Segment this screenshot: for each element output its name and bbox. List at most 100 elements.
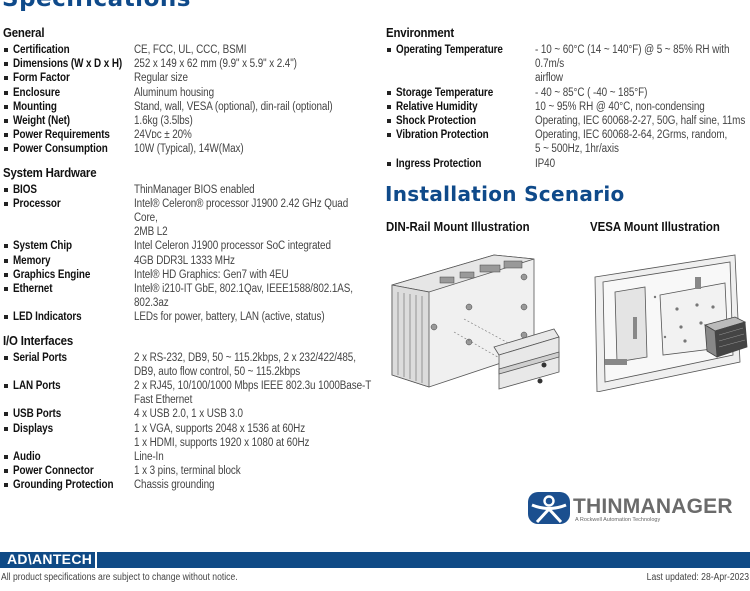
footer-disclaimer: All product specifications are subject t… [1, 572, 238, 583]
spec-label: LED Indicators [13, 311, 82, 324]
bullet-icon [386, 128, 396, 156]
spec-row: Weight (Net) 1.6kg (3.5lbs) [3, 114, 373, 128]
spec-value: LEDs for power, battery, LAN (active, st… [134, 311, 325, 324]
spec-value: Regular size [134, 72, 188, 85]
spec-row: Audio Line-In [3, 450, 373, 464]
spec-row: Power Requirements 24Vᴅᴄ ± 20% [3, 128, 373, 142]
spec-label: Ethernet [13, 283, 53, 296]
section-title-environment: Environment [386, 25, 454, 40]
bullet-icon [3, 478, 13, 492]
spec-row: Enclosure Aluminum housing [3, 86, 373, 100]
spec-value: 10 ~ 95% RH @ 40°C, non-condensing [535, 100, 705, 113]
spec-label: Power Requirements [13, 129, 110, 142]
spec-label: Mounting [13, 100, 57, 113]
section-title-system-hardware: System Hardware [3, 164, 97, 180]
system-hardware-spec-list: BIOS ThinManager BIOS enabled Processor Int… [3, 183, 373, 325]
bullet-icon [3, 100, 13, 114]
bullet-icon [3, 57, 13, 71]
bullet-icon [3, 464, 13, 478]
spec-row: Displays 1 x VGA, supports 2048 x 1536 at… [3, 422, 373, 450]
section-title-io-interfaces: I/O Interfaces [3, 332, 74, 348]
thinmanager-logo: THINMANAGER A Rockwell Automation Techno… [528, 492, 750, 528]
spec-value: 24Vᴅᴄ ± 20% [134, 129, 192, 142]
spec-value: Chassis grounding [134, 479, 215, 492]
din-rail-illustration-title: DIN-Rail Mount Illustration [386, 219, 530, 234]
bullet-icon [3, 351, 13, 379]
section-title-general: General [3, 25, 45, 40]
bullet-icon [3, 310, 13, 324]
spec-label: Ingress Protection [396, 157, 482, 170]
spec-label: LAN Ports [13, 380, 61, 393]
spec-row: Serial Ports 2 x RS-232, DB9, 50 ~ 115.2k… [3, 351, 373, 379]
left-column: General Certification CE, FCC, UL, CCC, B… [3, 24, 373, 493]
bullet-icon [386, 43, 396, 86]
spec-row: Processor Intel® Celeron® processor J1900… [3, 197, 373, 240]
spec-label: Audio [13, 451, 41, 464]
bullet-icon [386, 100, 396, 114]
spec-value: Stand, wall, VESA (optional), din-rail (… [134, 100, 333, 113]
spec-value: 1 x 3 pins, terminal block [134, 465, 241, 478]
spec-label: Processor [13, 197, 61, 210]
spec-row: Ingress Protection IP40 [386, 157, 750, 171]
spec-label: Relative Humidity [396, 100, 478, 113]
bullet-icon [3, 86, 13, 100]
bullet-icon [3, 379, 13, 407]
spec-value: 4GB DDR3L 1333 MHz [134, 254, 235, 267]
footer-bar [0, 552, 750, 568]
spec-value: - 40 ~ 85°C ( -40 ~ 185°F) [535, 86, 648, 99]
spec-value: 1.6kg (3.5lbs) [134, 115, 193, 128]
bullet-icon [3, 43, 13, 57]
spec-value: Intel® i210-IT GbE, 802.1Qav, IEEE1588/8… [134, 283, 353, 310]
vesa-mount-illustration [594, 254, 748, 392]
spec-label: Enclosure [13, 86, 61, 99]
thinmanager-tagline: A Rockwell Automation Technology [575, 517, 661, 523]
spec-label: Storage Temperature [396, 86, 494, 99]
environment-spec-list: Operating Temperature - 10 ~ 60°C (14 ~ 1… [386, 43, 750, 171]
footer-last-updated: Last updated: 28-Apr-2023 [646, 572, 749, 583]
general-spec-list: Certification CE, FCC, UL, CCC, BSMI Dimen… [3, 43, 373, 157]
spec-row: USB Ports 4 x USB 2.0, 1 x USB 3.0 [3, 407, 373, 421]
bullet-icon [3, 71, 13, 85]
spec-value: Line-In [134, 451, 164, 464]
spec-row: LED Indicators LEDs for power, battery, L… [3, 310, 373, 324]
spec-label: Weight (Net) [13, 115, 71, 128]
bullet-icon [3, 268, 13, 282]
bullet-icon [3, 183, 13, 197]
spec-row: Power Connector 1 x 3 pins, terminal bloc… [3, 464, 373, 478]
bullet-icon [386, 114, 396, 128]
spec-value: Intel® Celeron® processor J1900 2.42 GHz… [134, 197, 349, 239]
spec-value: 4 x USB 2.0, 1 x USB 3.0 [134, 408, 243, 421]
spec-row: Power Consumption 10W (Typical), 14W(Max) [3, 142, 373, 156]
spec-label: System Chip [13, 240, 72, 253]
spec-value: 10W (Typical), 14W(Max) [134, 143, 244, 156]
bullet-icon [3, 450, 13, 464]
thinmanager-wordmark: THINMANAGER [573, 495, 733, 518]
spec-label: Form Factor [13, 72, 70, 85]
spec-label: Displays [13, 422, 54, 435]
spec-row: Shock Protection Operating, IEC 60068-2-2… [386, 114, 750, 128]
spec-label: BIOS [13, 183, 37, 196]
spec-row: LAN Ports 2 x RJ45, 10/100/1000 Mbps IEEE… [3, 379, 373, 407]
spec-value: Intel Celeron J1900 processor SoC integr… [134, 240, 331, 253]
io-interfaces-spec-list: Serial Ports 2 x RS-232, DB9, 50 ~ 115.2k… [3, 351, 373, 493]
spec-row: Storage Temperature - 40 ~ 85°C ( -40 ~ 1… [386, 86, 750, 100]
spec-value: ThinManager BIOS enabled [134, 183, 255, 196]
spec-label: Vibration Protection [396, 129, 489, 142]
spec-value: Intel® HD Graphics: Gen7 with 4EU [134, 268, 289, 281]
spec-value: IP40 [535, 157, 556, 170]
spec-value: 1 x VGA, supports 2048 x 1536 at 60Hz 1 … [134, 422, 310, 449]
spec-label: Operating Temperature [396, 44, 503, 56]
spec-value: 2 x RJ45, 10/100/1000 Mbps IEEE 802.3u 1… [134, 380, 372, 407]
spec-label: Shock Protection [396, 115, 476, 128]
spec-value: 252 x 149 x 62 mm (9.9" x 5.9" x 2.4") [134, 58, 297, 71]
spec-label: Certification [13, 44, 70, 56]
spec-value: - 10 ~ 60°C (14 ~ 140°F) @ 5 ~ 85% RH wi… [535, 44, 730, 85]
spec-label: Dimensions (W x D x H) [13, 58, 123, 71]
spec-label: Memory [13, 254, 51, 267]
spec-row: Grounding Protection Chassis grounding [3, 478, 373, 492]
spec-label: Graphics Engine [13, 268, 91, 281]
spec-label: USB Ports [13, 408, 62, 421]
spec-row: BIOS ThinManager BIOS enabled [3, 183, 373, 197]
thinmanager-person-icon [528, 492, 570, 524]
spec-row: Operating Temperature - 10 ~ 60°C (14 ~ 1… [386, 43, 750, 86]
